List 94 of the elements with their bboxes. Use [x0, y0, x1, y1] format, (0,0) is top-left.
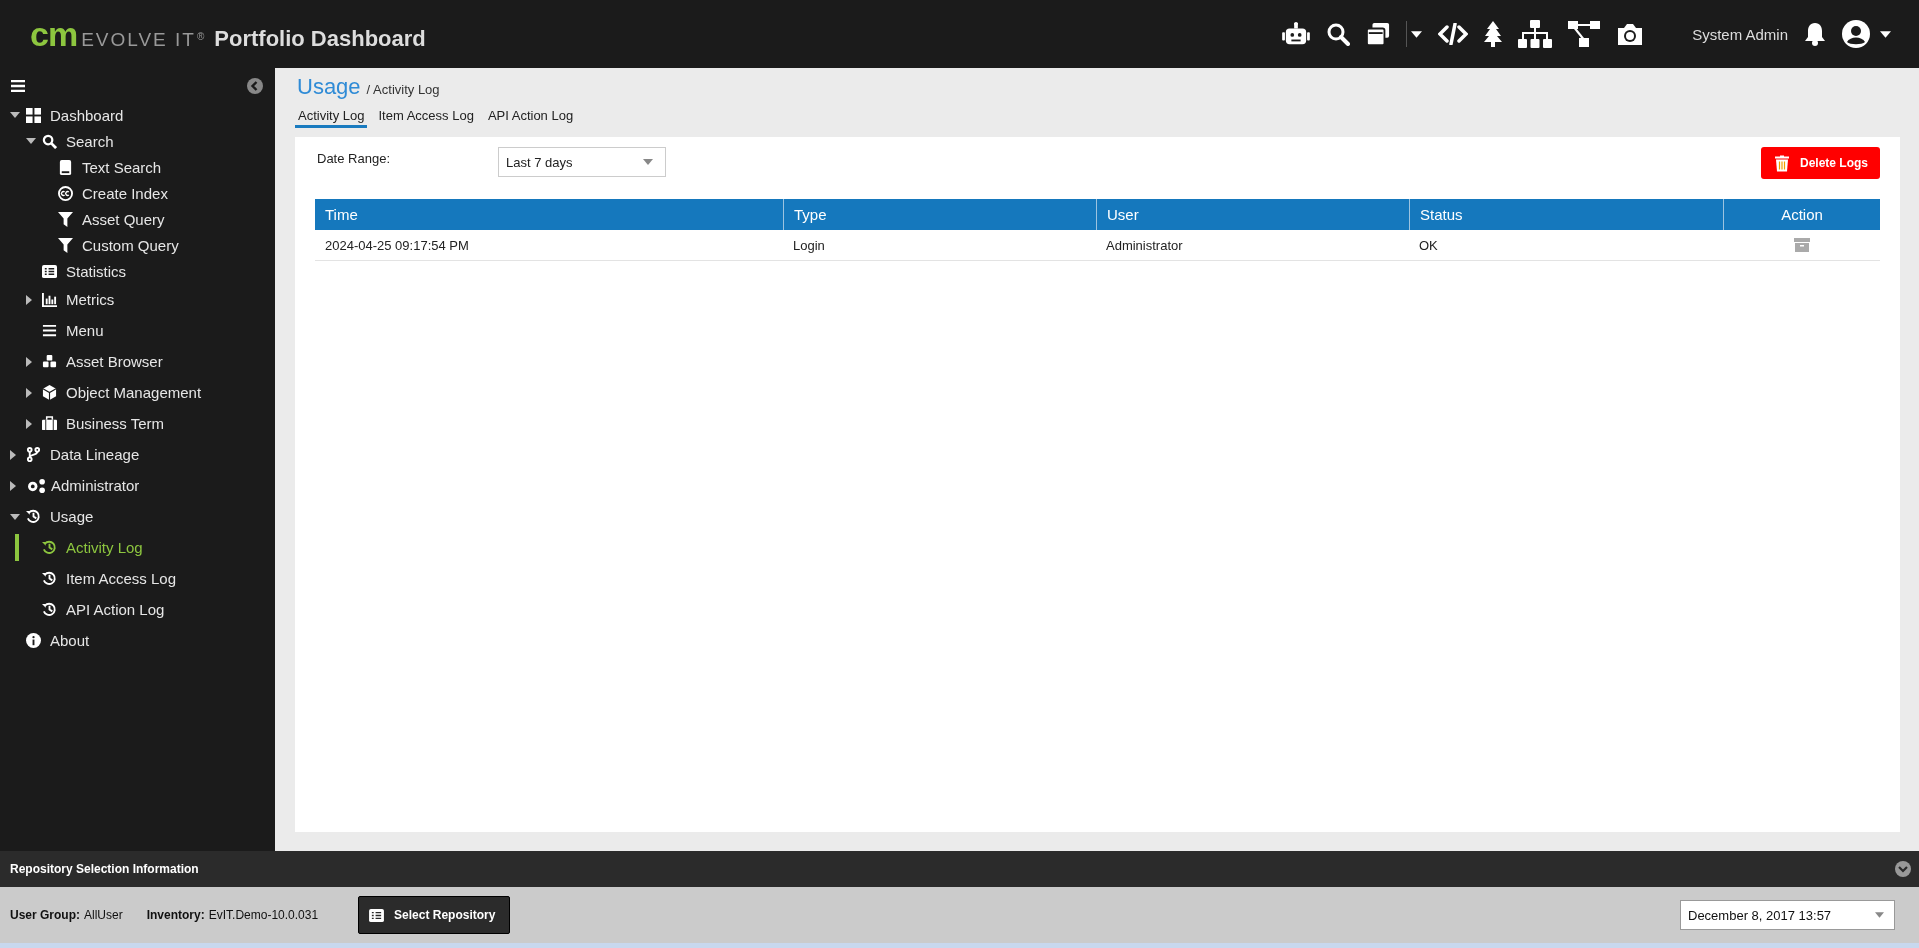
- lines-icon: [42, 323, 57, 338]
- code-icon[interactable]: [1438, 23, 1469, 45]
- history-icon: [42, 540, 57, 555]
- registered-mark: ®: [196, 30, 205, 42]
- nav-item[interactable]: API Action Log: [0, 594, 275, 625]
- select-repository-button[interactable]: Select Repository: [358, 896, 511, 934]
- inventory-label: Inventory:: [146, 908, 205, 922]
- menu-icon[interactable]: [11, 80, 25, 92]
- sitemap-icon[interactable]: [1518, 20, 1553, 48]
- caret-icon[interactable]: [1880, 30, 1891, 38]
- windows-icon[interactable]: [1366, 22, 1391, 46]
- history-icon: [42, 602, 57, 617]
- camera-icon[interactable]: [1616, 22, 1645, 46]
- tab[interactable]: Activity Log: [295, 106, 368, 128]
- footer-title: Repository Selection Information: [10, 862, 199, 876]
- nav-item[interactable]: Asset Query: [0, 206, 275, 232]
- collapsed-arrow-icon[interactable]: [26, 387, 32, 398]
- branch-icon: [26, 447, 41, 462]
- table-cell-text: OK: [1418, 236, 1439, 255]
- history-icon: [42, 571, 57, 586]
- date-range-dropdown[interactable]: Last 7 days: [498, 147, 666, 177]
- filter-icon: [58, 211, 73, 227]
- user-group-label: User Group:: [10, 908, 80, 922]
- delete-logs-button[interactable]: Delete Logs: [1761, 147, 1880, 179]
- nav-item[interactable]: Text Search: [0, 154, 275, 180]
- nav-item[interactable]: Asset Browser: [0, 346, 275, 377]
- search-icon[interactable]: [1326, 22, 1351, 46]
- nav-item[interactable]: Usage: [0, 501, 275, 532]
- nav-item[interactable]: Metrics: [0, 284, 275, 315]
- chevron-down-icon[interactable]: [1895, 861, 1911, 877]
- history-icon: [26, 509, 41, 524]
- book-icon: [58, 159, 73, 175]
- info-icon: [26, 633, 41, 648]
- gears-icon: [26, 478, 47, 493]
- inventory-value: EvIT.Demo-10.0.031: [208, 908, 319, 922]
- nav-item[interactable]: Create Index: [0, 180, 275, 206]
- caret-icon[interactable]: [1411, 30, 1423, 38]
- collapsed-arrow-icon[interactable]: [26, 356, 32, 367]
- cube-icon: [42, 385, 57, 400]
- logo-name: EVOLVE IT: [81, 28, 196, 51]
- table-cell-text: Login: [792, 236, 826, 255]
- nav-item[interactable]: About: [0, 625, 275, 656]
- nav-item[interactable]: Object Management: [0, 377, 275, 408]
- filter-icon: [58, 237, 73, 253]
- expanded-arrow-icon[interactable]: [26, 138, 36, 144]
- list-icon: [42, 263, 57, 279]
- expanded-arrow-icon[interactable]: [10, 112, 20, 118]
- caret-icon: [1875, 912, 1884, 918]
- table-cell-text: Administrator: [1105, 236, 1184, 255]
- nav-item[interactable]: Item Access Log: [0, 563, 275, 594]
- user-group-value: AllUser: [84, 908, 123, 922]
- date-dropdown[interactable]: December 8, 2017 13:57: [1680, 900, 1895, 930]
- user-avatar-icon[interactable]: [1842, 20, 1870, 48]
- nav-item[interactable]: Business Term: [0, 408, 275, 439]
- collapsed-arrow-icon[interactable]: [26, 294, 32, 305]
- column-header[interactable]: Status: [1409, 199, 1723, 230]
- tab[interactable]: Item Access Log: [375, 106, 477, 128]
- column-header[interactable]: Type: [783, 199, 1096, 230]
- briefcase-icon: [42, 416, 57, 431]
- list-icon: [369, 908, 385, 922]
- column-header[interactable]: User: [1096, 199, 1409, 230]
- user-name[interactable]: System Admin: [1692, 25, 1788, 43]
- robot-icon[interactable]: [1282, 22, 1311, 46]
- logo-mark: cm: [30, 16, 78, 51]
- app-title: Portfolio Dashboard: [214, 25, 426, 52]
- nav-item[interactable]: Menu: [0, 315, 275, 346]
- search-icon: [42, 133, 57, 149]
- nav-item[interactable]: Data Lineage: [0, 439, 275, 470]
- column-header[interactable]: Time: [315, 199, 783, 230]
- date-range-label: Date Range:: [316, 151, 391, 166]
- table-cell-text: 2024-04-25 09:17:54 PM: [324, 236, 470, 255]
- caret-icon: [643, 159, 653, 165]
- expanded-arrow-icon[interactable]: [10, 513, 20, 520]
- trash-icon: [1775, 154, 1789, 172]
- cubes-icon: [42, 354, 57, 369]
- column-header[interactable]: Action: [1723, 199, 1880, 230]
- breadcrumb-page: / Activity Log: [366, 82, 440, 97]
- bar-chart-icon: [42, 292, 57, 307]
- collapse-icon[interactable]: [247, 78, 263, 94]
- collapsed-arrow-icon[interactable]: [10, 480, 16, 491]
- nav-item[interactable]: Search: [0, 128, 275, 154]
- grid-icon: [26, 107, 41, 123]
- nav-item[interactable]: Administrator: [0, 470, 275, 501]
- tree-icon[interactable]: [1484, 21, 1503, 47]
- network-icon[interactable]: [1568, 21, 1601, 47]
- bell-icon[interactable]: [1804, 22, 1826, 46]
- nav-item[interactable]: Dashboard: [0, 102, 275, 128]
- tab[interactable]: API Action Log: [484, 106, 577, 128]
- nav-item[interactable]: Activity Log: [0, 532, 275, 563]
- cc-icon: [58, 185, 73, 201]
- collapsed-arrow-icon[interactable]: [10, 449, 16, 460]
- collapsed-arrow-icon[interactable]: [26, 418, 32, 429]
- nav-item[interactable]: Statistics: [0, 258, 275, 284]
- nav-item[interactable]: Custom Query: [0, 232, 275, 258]
